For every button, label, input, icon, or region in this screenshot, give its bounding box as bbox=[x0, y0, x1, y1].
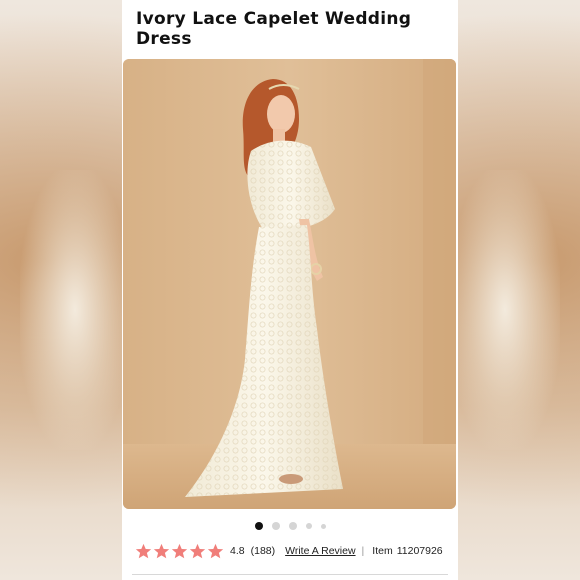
pagination-dot[interactable] bbox=[305, 523, 312, 529]
blurred-background-left bbox=[20, 170, 130, 450]
star-icon bbox=[135, 543, 152, 558]
pagination-dot[interactable] bbox=[271, 522, 280, 530]
star-icon bbox=[153, 543, 170, 558]
model-in-dress-image bbox=[123, 59, 456, 509]
star-rating bbox=[135, 543, 224, 560]
section-divider bbox=[132, 574, 448, 575]
blurred-background-right bbox=[450, 170, 560, 450]
star-icon bbox=[189, 543, 206, 558]
star-icon bbox=[207, 543, 224, 558]
meta-separator: | bbox=[361, 545, 365, 557]
item-number: 11207926 bbox=[396, 545, 443, 557]
write-review-link[interactable]: Write A Review bbox=[285, 545, 355, 557]
product-card: Ivory Lace Capelet Wedding Dress 4.8 (18… bbox=[122, 0, 458, 580]
pagination-dot[interactable] bbox=[320, 523, 326, 529]
rating-value: 4.8 bbox=[230, 545, 245, 557]
product-title: Ivory Lace Capelet Wedding Dress bbox=[136, 9, 412, 49]
pagination-dot[interactable] bbox=[288, 522, 297, 530]
product-meta-row: 4.8 (188) Write A Review | Item 11207926 bbox=[135, 541, 455, 561]
item-label: Item bbox=[372, 545, 393, 557]
product-photo[interactable] bbox=[123, 59, 456, 509]
review-count[interactable]: (188) bbox=[251, 545, 276, 557]
star-icon bbox=[171, 543, 188, 558]
gallery-pagination bbox=[122, 520, 458, 532]
pagination-dot-active[interactable] bbox=[254, 522, 263, 530]
